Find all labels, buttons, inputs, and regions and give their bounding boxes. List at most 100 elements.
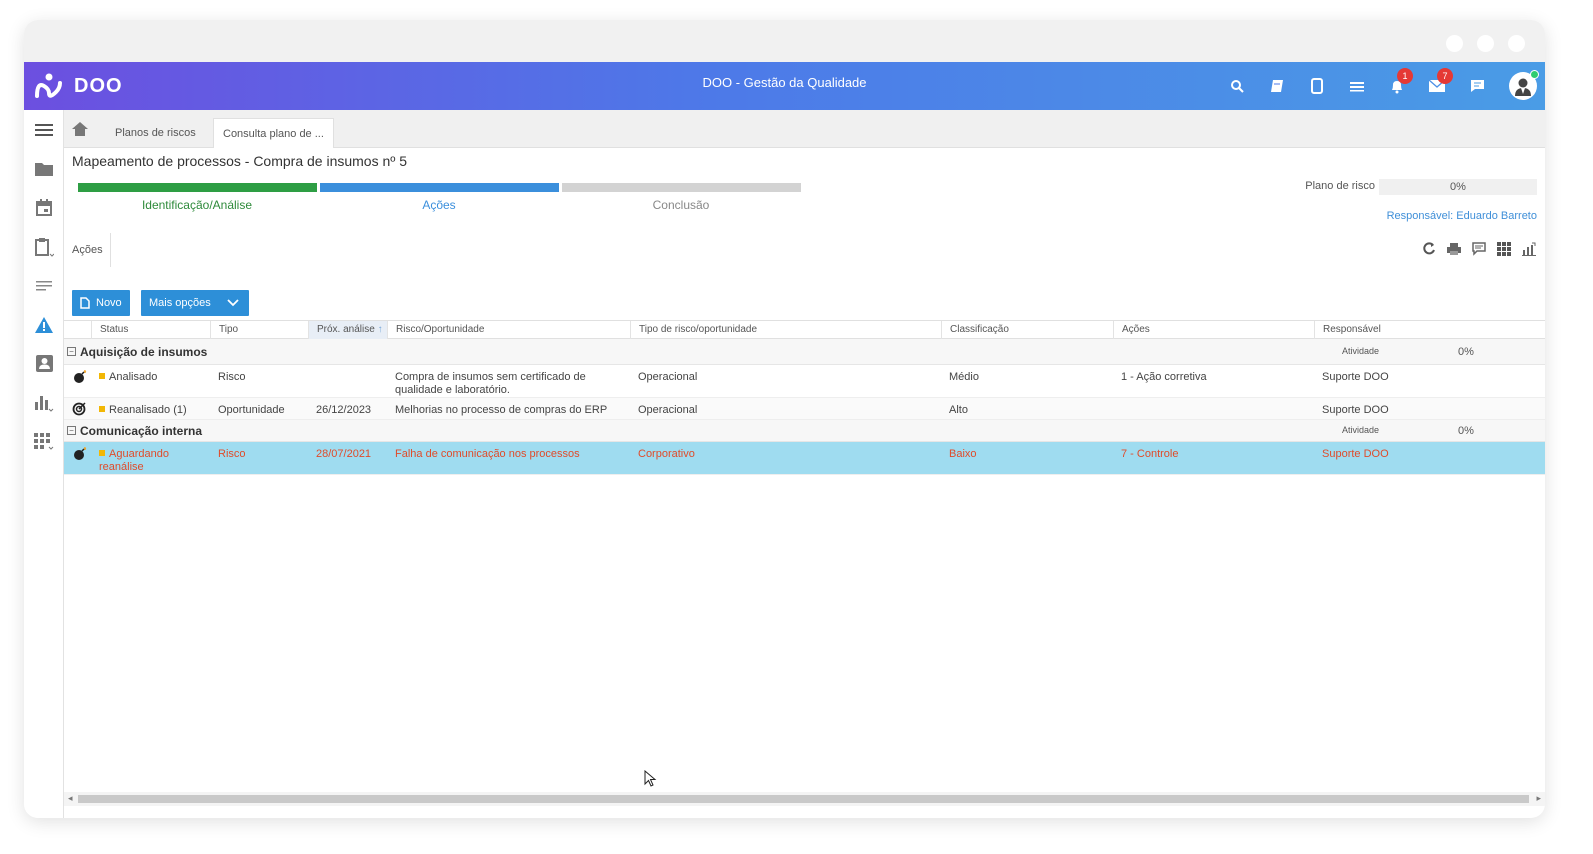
tab-acoes[interactable]: Ações bbox=[64, 233, 111, 267]
step-label-identificacao[interactable]: Identificação/Análise bbox=[78, 198, 316, 212]
risco-cell[interactable]: Falha de comunicação nos processos bbox=[395, 448, 580, 460]
status-text: Aguardando reanálise bbox=[99, 448, 169, 473]
column-header-classificacao[interactable]: Classificação bbox=[941, 321, 1113, 339]
step-bar-conclusao bbox=[562, 183, 801, 192]
tipo-risco-cell: Operacional bbox=[638, 371, 698, 383]
column-header-prox-analise-label: Próx. análise bbox=[317, 324, 375, 335]
group-name: Comunicação interna bbox=[80, 424, 203, 438]
bar-chart-icon[interactable] bbox=[24, 383, 64, 422]
apps-grid-icon[interactable] bbox=[24, 422, 64, 461]
calendar-icon[interactable] bbox=[24, 188, 64, 227]
group-row[interactable]: − Aquisição de insumos Atividade 0% bbox=[64, 339, 1545, 365]
group-percent: 0% bbox=[1458, 425, 1474, 437]
bell-icon[interactable]: 1 bbox=[1377, 68, 1417, 101]
group-row[interactable]: − Comunicação interna Atividade 0% bbox=[64, 420, 1545, 442]
scroll-right-icon[interactable]: ▸ bbox=[1536, 793, 1541, 804]
chat-icon[interactable] bbox=[1457, 71, 1497, 101]
responsavel-cell: Suporte DOO bbox=[1322, 404, 1389, 416]
horizontal-scrollbar[interactable]: ◂ ▸ bbox=[64, 792, 1545, 806]
group-activity-label: Atividade bbox=[1342, 425, 1380, 435]
group-percent: 0% bbox=[1458, 346, 1474, 358]
more-options-label: Mais opções bbox=[149, 297, 211, 309]
avatar[interactable] bbox=[1509, 70, 1539, 100]
status-cell: Reanalisado (1) bbox=[99, 404, 187, 416]
column-header-responsavel[interactable]: Responsável bbox=[1314, 321, 1545, 339]
status-indicator bbox=[99, 373, 105, 379]
new-button[interactable]: Novo bbox=[72, 290, 130, 316]
text-lines-icon[interactable] bbox=[24, 266, 64, 305]
step-label-conclusao[interactable]: Conclusão bbox=[562, 198, 800, 212]
menu-icon[interactable] bbox=[24, 110, 64, 149]
warning-icon[interactable] bbox=[24, 305, 64, 344]
step-bar-acoes bbox=[320, 183, 559, 192]
user-avatar-icon bbox=[1515, 78, 1531, 96]
print-icon[interactable] bbox=[1445, 240, 1462, 257]
sort-arrow-up-icon: ↑ bbox=[377, 324, 383, 335]
group-name: Aquisição de insumos bbox=[80, 345, 208, 359]
window-control-dot[interactable] bbox=[1477, 35, 1494, 52]
table-row[interactable]: Analisado Risco Compra de insumos sem ce… bbox=[64, 365, 1545, 398]
tipo-cell: Risco bbox=[218, 371, 246, 383]
comment-icon[interactable] bbox=[1470, 240, 1487, 257]
mobile-icon[interactable] bbox=[1297, 71, 1337, 101]
home-icon[interactable] bbox=[72, 122, 88, 141]
tipo-cell: Risco bbox=[218, 448, 246, 460]
collapse-toggle-icon[interactable]: − bbox=[67, 426, 76, 435]
step-label-acoes[interactable]: Ações bbox=[320, 198, 558, 212]
status-text: Reanalisado (1) bbox=[109, 404, 187, 416]
table-row[interactable]: Reanalisado (1) Oportunidade 26/12/2023 … bbox=[64, 398, 1545, 420]
list-icon[interactable] bbox=[1337, 71, 1377, 101]
refresh-icon[interactable] bbox=[1420, 240, 1437, 257]
acoes-cell[interactable]: 1 - Ação corretiva bbox=[1121, 371, 1207, 383]
risco-cell[interactable]: Compra de insumos sem certificado de qua… bbox=[395, 371, 610, 397]
collapse-toggle-icon[interactable]: − bbox=[67, 347, 76, 356]
responsavel-cell: Suporte DOO bbox=[1322, 371, 1389, 383]
table-row-selected[interactable]: Aguardando reanálise Risco 28/07/2021 Fa… bbox=[64, 442, 1545, 475]
responsavel-cell: Suporte DOO bbox=[1322, 448, 1389, 460]
chart-export-icon[interactable] bbox=[1520, 240, 1537, 257]
tipo-cell: Oportunidade bbox=[218, 404, 285, 416]
scrollbar-thumb[interactable] bbox=[78, 795, 1529, 803]
responsible-link[interactable]: Responsável: Eduardo Barreto bbox=[1387, 210, 1537, 222]
search-icon[interactable] bbox=[1217, 71, 1257, 101]
prox-analise-cell: 26/12/2023 bbox=[316, 404, 372, 416]
status-cell: Aguardando reanálise bbox=[99, 448, 194, 474]
messages-badge: 7 bbox=[1437, 68, 1453, 84]
scroll-left-icon[interactable]: ◂ bbox=[68, 793, 73, 804]
online-status-dot bbox=[1530, 70, 1539, 79]
window-control-dot[interactable] bbox=[1446, 35, 1463, 52]
classificacao-cell: Baixo bbox=[949, 448, 977, 460]
folder-icon[interactable] bbox=[24, 149, 64, 188]
notification-badge: 1 bbox=[1397, 68, 1413, 84]
column-header-prox-analise[interactable]: Próx. análise ↑ bbox=[308, 321, 387, 339]
document-icon bbox=[80, 297, 90, 309]
more-options-button[interactable]: Mais opções bbox=[141, 290, 249, 316]
column-header-acoes[interactable]: Ações bbox=[1113, 321, 1314, 339]
bomb-icon bbox=[73, 370, 87, 387]
tab-bar: Planos de riscos Consulta plano de ... bbox=[64, 110, 1545, 148]
column-header-risco[interactable]: Risco/Oportunidade bbox=[387, 321, 630, 339]
chevron-down-icon bbox=[227, 299, 239, 307]
grid-view-icon[interactable] bbox=[1495, 240, 1512, 257]
plan-risk-label: Plano de risco bbox=[1305, 180, 1375, 192]
column-header-tipo[interactable]: Tipo bbox=[210, 321, 308, 339]
window-control-dot[interactable] bbox=[1508, 35, 1525, 52]
risco-cell[interactable]: Melhorias no processo de compras do ERP bbox=[395, 404, 607, 416]
clipboard-icon[interactable] bbox=[24, 227, 64, 266]
column-header-status[interactable]: Status bbox=[91, 321, 210, 339]
tipo-risco-cell: Corporativo bbox=[638, 448, 695, 460]
classificacao-cell: Alto bbox=[949, 404, 968, 416]
step-bar-identificacao bbox=[78, 183, 317, 192]
status-indicator bbox=[99, 450, 105, 456]
column-header-tipo-risco[interactable]: Tipo de risco/oportunidade bbox=[630, 321, 941, 339]
tab-planos-de-riscos[interactable]: Planos de riscos bbox=[106, 118, 205, 148]
book-icon[interactable] bbox=[1257, 71, 1297, 101]
tab-consulta-plano[interactable]: Consulta plano de ... bbox=[213, 118, 334, 148]
window-titlebar bbox=[24, 20, 1545, 62]
acoes-cell[interactable]: 7 - Controle bbox=[1121, 448, 1178, 460]
mail-icon[interactable]: 7 bbox=[1417, 68, 1457, 101]
page-title: Mapeamento de processos - Compra de insu… bbox=[72, 153, 408, 169]
contact-card-icon[interactable] bbox=[24, 344, 64, 383]
grid-header: Status Tipo Próx. análise ↑ Risco/Oportu… bbox=[64, 320, 1545, 339]
bomb-icon bbox=[73, 447, 87, 464]
